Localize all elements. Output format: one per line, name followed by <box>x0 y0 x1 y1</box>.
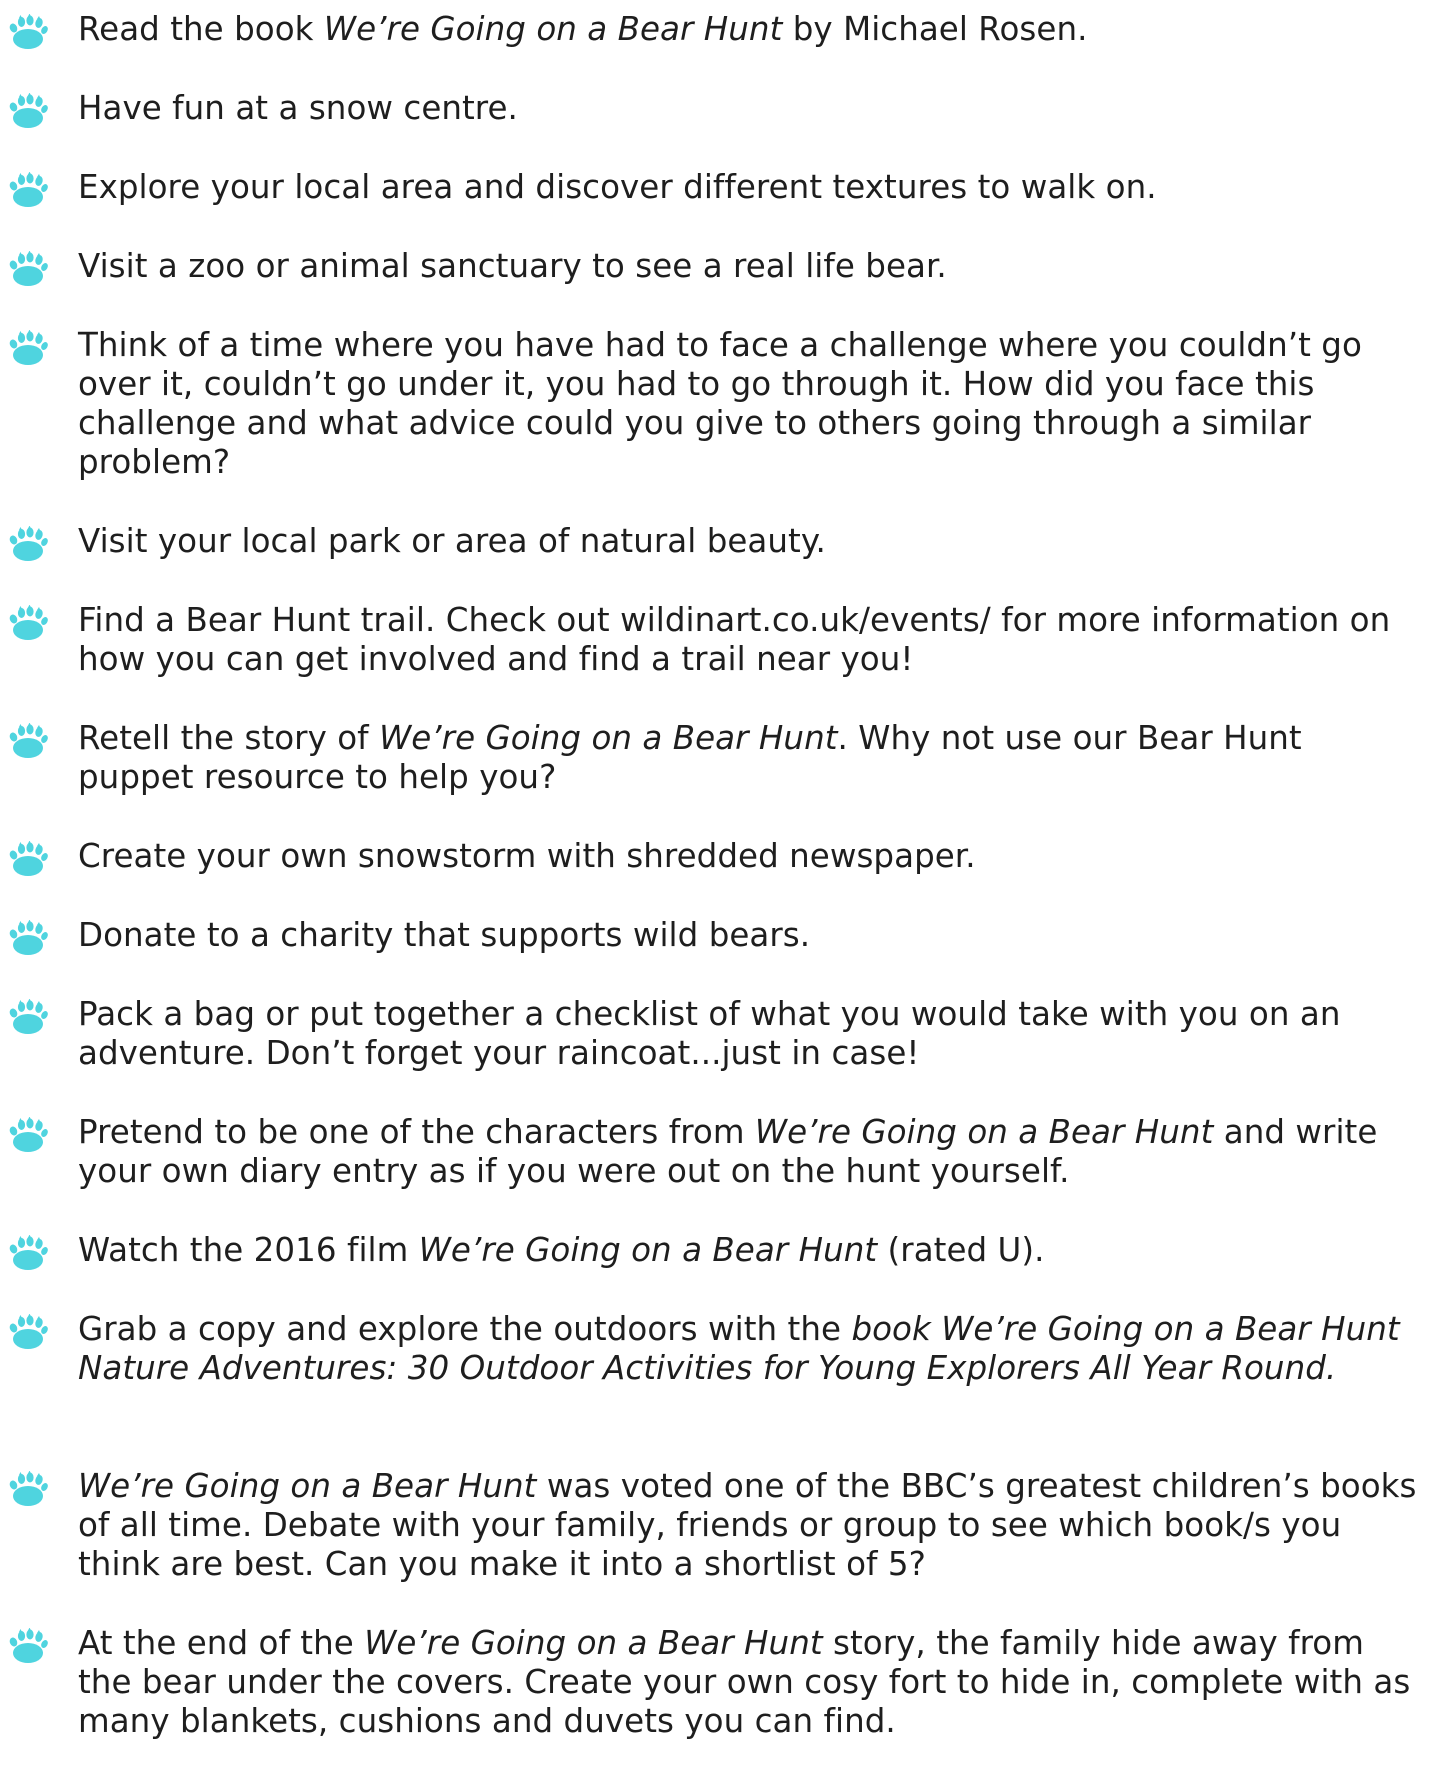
bear-paw-icon <box>8 1117 48 1153</box>
text-segment: Explore your local area and discover dif… <box>78 168 1157 206</box>
italic-title-text: We’re Going on a Bear Hunt <box>418 1231 878 1269</box>
text-segment: Pretend to be one of the characters from <box>78 1113 755 1151</box>
bear-paw-icon <box>8 172 48 208</box>
bear-paw-icon <box>8 723 48 759</box>
bear-paw-icon <box>8 1314 48 1350</box>
bear-paw-icon <box>8 1471 48 1507</box>
bear-paw-icon <box>8 920 48 956</box>
item-text: Find a Bear Hunt trail. Check out wildin… <box>78 601 1418 679</box>
text-segment: At the end of the <box>78 1624 365 1662</box>
item-text: We’re Going on a Bear Hunt was voted one… <box>78 1467 1418 1584</box>
item-text: Retell the story of We’re Going on a Bea… <box>78 719 1418 797</box>
text-segment: Watch the 2016 film <box>78 1231 419 1269</box>
text-segment: Have fun at a snow centre. <box>78 89 518 127</box>
text-segment: by Michael Rosen. <box>782 10 1088 48</box>
text-segment: Retell the story of <box>78 719 380 757</box>
text-segment: Find a Bear Hunt trail. Check out wildin… <box>78 601 1391 678</box>
item-text: Visit a zoo or animal sanctuary to see a… <box>78 247 1418 286</box>
text-segment: Grab a copy and explore the outdoors wit… <box>78 1310 852 1348</box>
text-segment: Pack a bag or put together a checklist o… <box>78 995 1341 1072</box>
bear-paw-icon <box>8 93 48 129</box>
bear-paw-icon <box>8 605 48 641</box>
item-text: Create your own snowstorm with shredded … <box>78 837 1418 876</box>
item-text: Watch the 2016 film We’re Going on a Bea… <box>78 1231 1418 1270</box>
text-segment: Think of a time where you have had to fa… <box>78 326 1362 481</box>
bear-paw-icon <box>8 14 48 50</box>
text-segment: Visit your local park or area of natural… <box>78 522 826 560</box>
italic-title-text: We’re Going on a Bear Hunt <box>323 10 783 48</box>
item-text: Pack a bag or put together a checklist o… <box>78 995 1418 1073</box>
text-segment: Donate to a charity that supports wild b… <box>78 916 811 954</box>
italic-title-text: We’re Going on a Bear Hunt <box>379 719 838 757</box>
item-text: Read the book We’re Going on a Bear Hunt… <box>78 10 1418 49</box>
item-text: At the end of the We’re Going on a Bear … <box>78 1624 1418 1741</box>
bear-paw-icon <box>8 841 48 877</box>
italic-title-text: We’re Going on a Bear Hunt <box>754 1113 1214 1151</box>
bear-paw-icon <box>8 526 48 562</box>
bear-paw-icon <box>8 330 48 366</box>
item-text: Think of a time where you have had to fa… <box>78 326 1418 482</box>
item-text: Have fun at a snow centre. <box>78 89 1418 128</box>
bear-paw-icon <box>8 1235 48 1271</box>
bear-paw-icon <box>8 1628 48 1664</box>
item-text: Donate to a charity that supports wild b… <box>78 916 1418 955</box>
item-text: Grab a copy and explore the outdoors wit… <box>78 1310 1418 1388</box>
text-segment: (rated U). <box>877 1231 1045 1269</box>
italic-title-text: We’re Going on a Bear Hunt <box>364 1624 823 1662</box>
item-text: Visit your local park or area of natural… <box>78 522 1418 561</box>
text-segment: Read the book <box>78 10 324 48</box>
text-segment: Visit a zoo or animal sanctuary to see a… <box>78 247 947 285</box>
bear-paw-icon <box>8 251 48 287</box>
bear-paw-icon <box>8 999 48 1035</box>
activity-list: Read the book We’re Going on a Bear Hunt… <box>0 0 1429 1769</box>
italic-title-text: We’re Going on a Bear Hunt <box>78 1467 537 1505</box>
text-segment: Create your own snowstorm with shredded … <box>78 837 976 875</box>
item-text: Pretend to be one of the characters from… <box>78 1113 1418 1191</box>
item-text: Explore your local area and discover dif… <box>78 168 1418 207</box>
